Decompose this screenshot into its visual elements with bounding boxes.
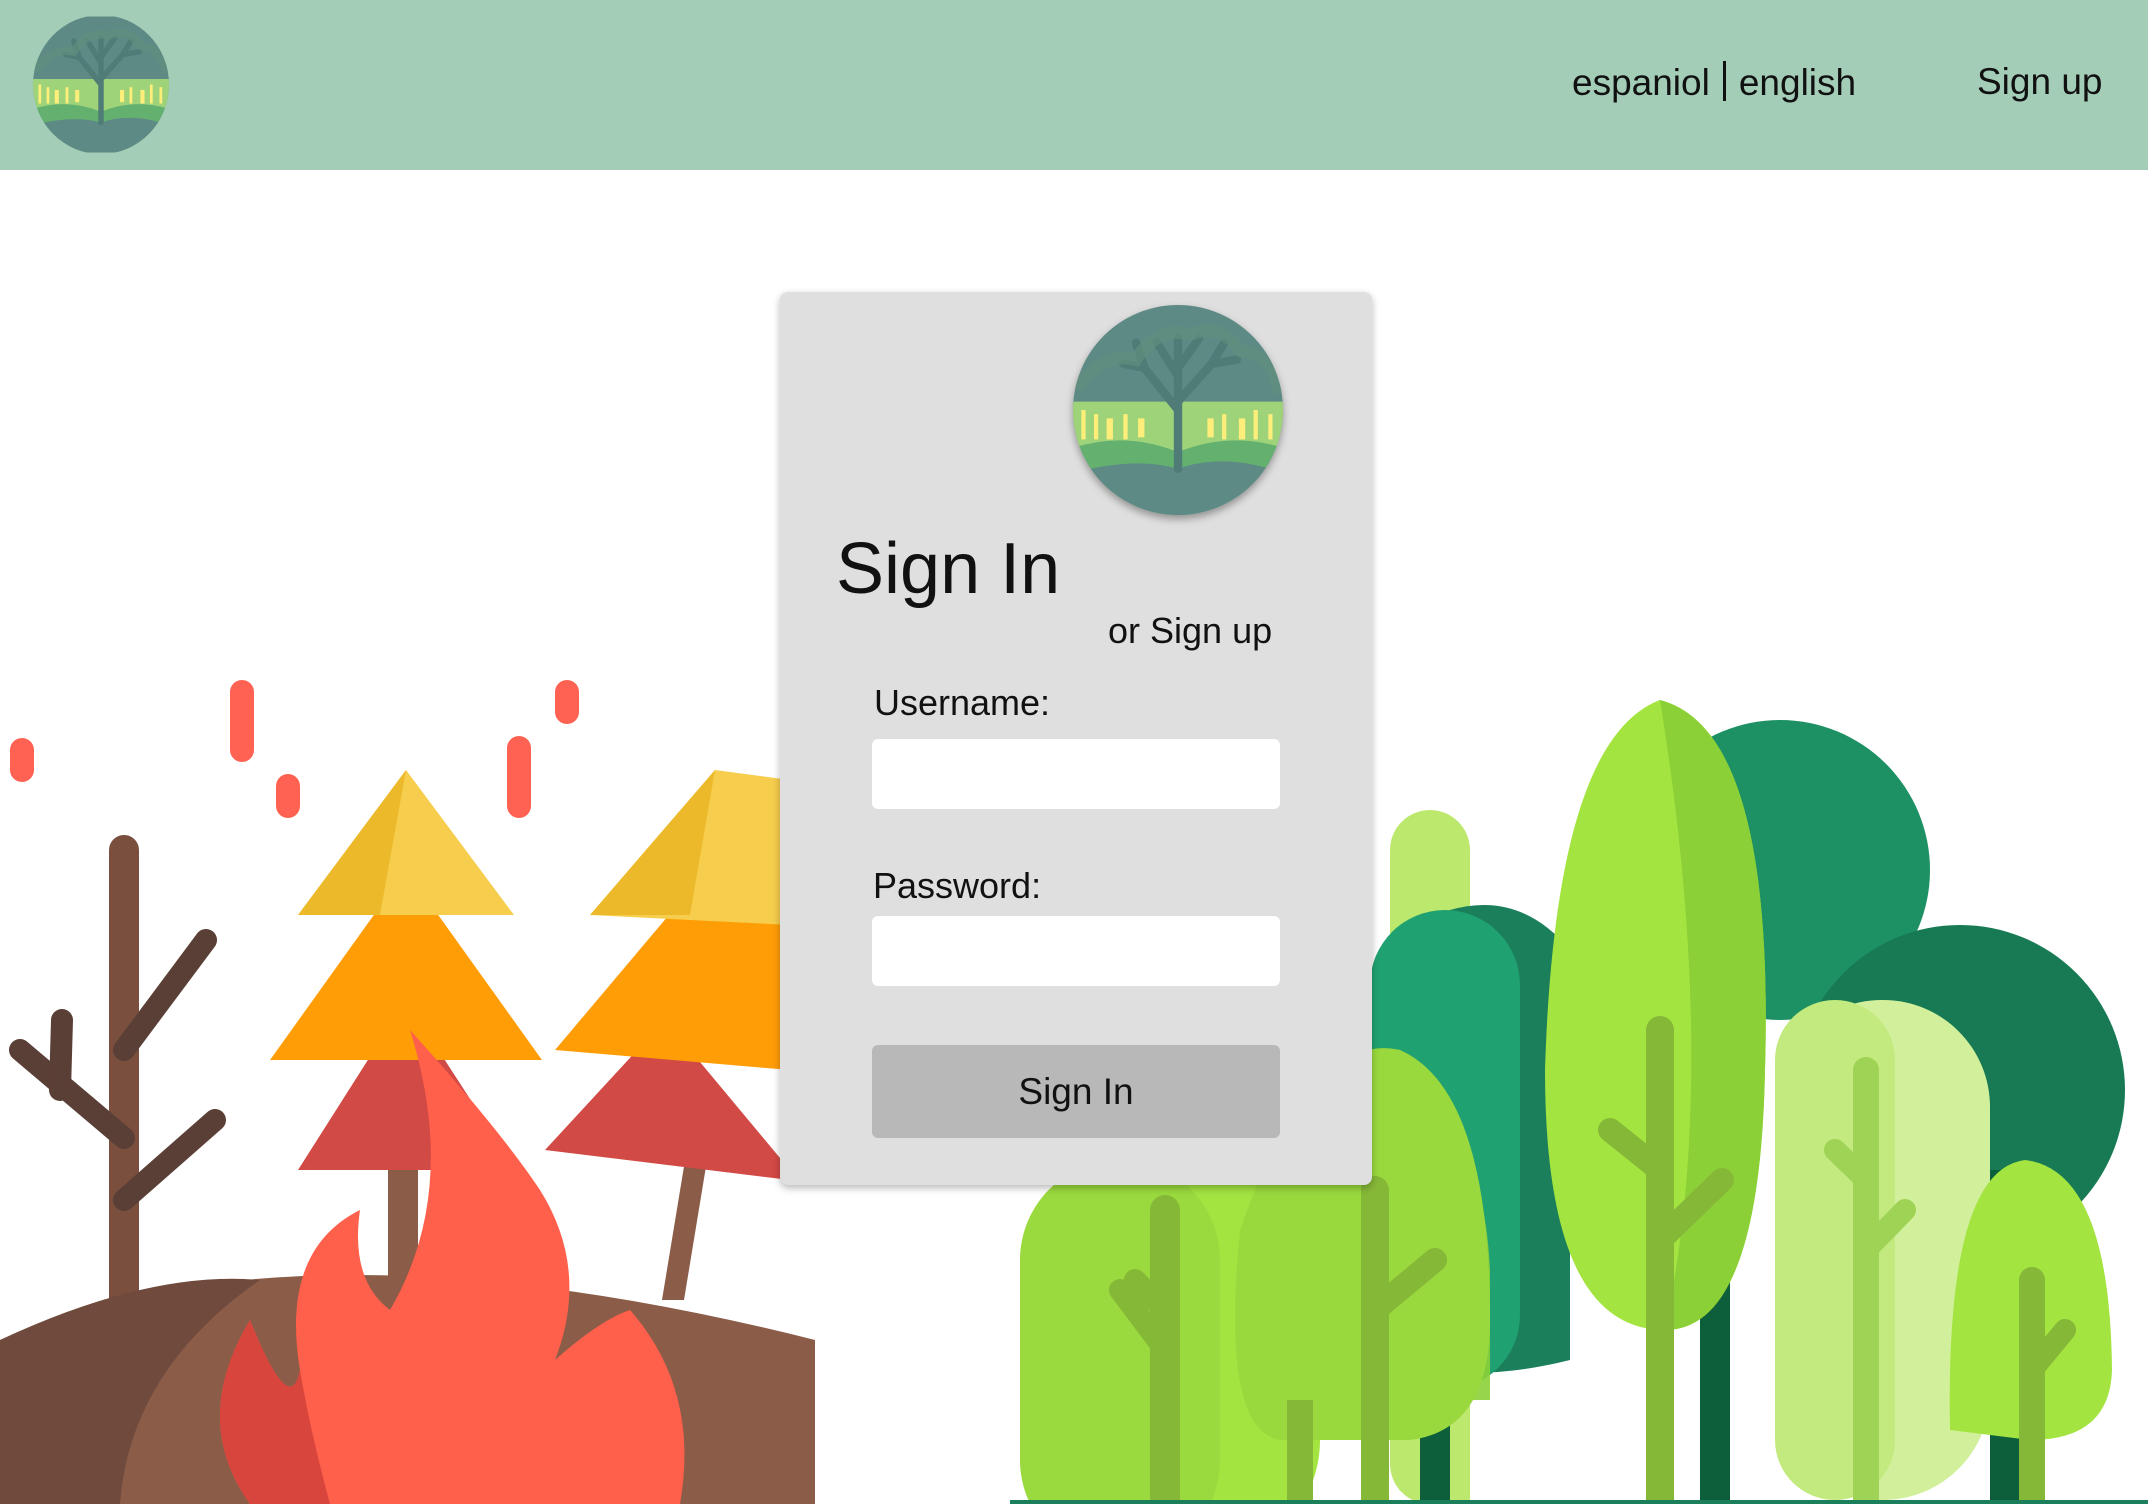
language-divider bbox=[1722, 61, 1726, 101]
top-nav-bar: espaniol english Sign up bbox=[0, 0, 2148, 170]
sign-in-card: Sign In or Sign up Username: Password: S… bbox=[780, 292, 1372, 1185]
embers bbox=[10, 680, 579, 818]
burning-pine-right bbox=[545, 770, 790, 1300]
nav-signup-link[interactable]: Sign up bbox=[1977, 61, 2103, 103]
language-english-link[interactable]: english bbox=[1739, 62, 1856, 103]
sign-in-button[interactable]: Sign In bbox=[872, 1045, 1280, 1138]
password-label: Password: bbox=[873, 865, 1042, 906]
language-espaniol-link[interactable]: espaniol bbox=[1572, 62, 1710, 103]
language-switcher: espaniol english bbox=[1572, 61, 1856, 104]
username-label: Username: bbox=[874, 682, 1051, 723]
bare-tree bbox=[9, 835, 226, 1315]
sign-up-alt-link[interactable]: or Sign up bbox=[1108, 610, 1272, 652]
password-input[interactable] bbox=[872, 916, 1280, 986]
username-input[interactable] bbox=[872, 739, 1280, 809]
sign-in-title: Sign In bbox=[836, 529, 1061, 609]
forest-logo-icon[interactable] bbox=[33, 15, 169, 154]
forest-logo-icon bbox=[1073, 305, 1283, 515]
